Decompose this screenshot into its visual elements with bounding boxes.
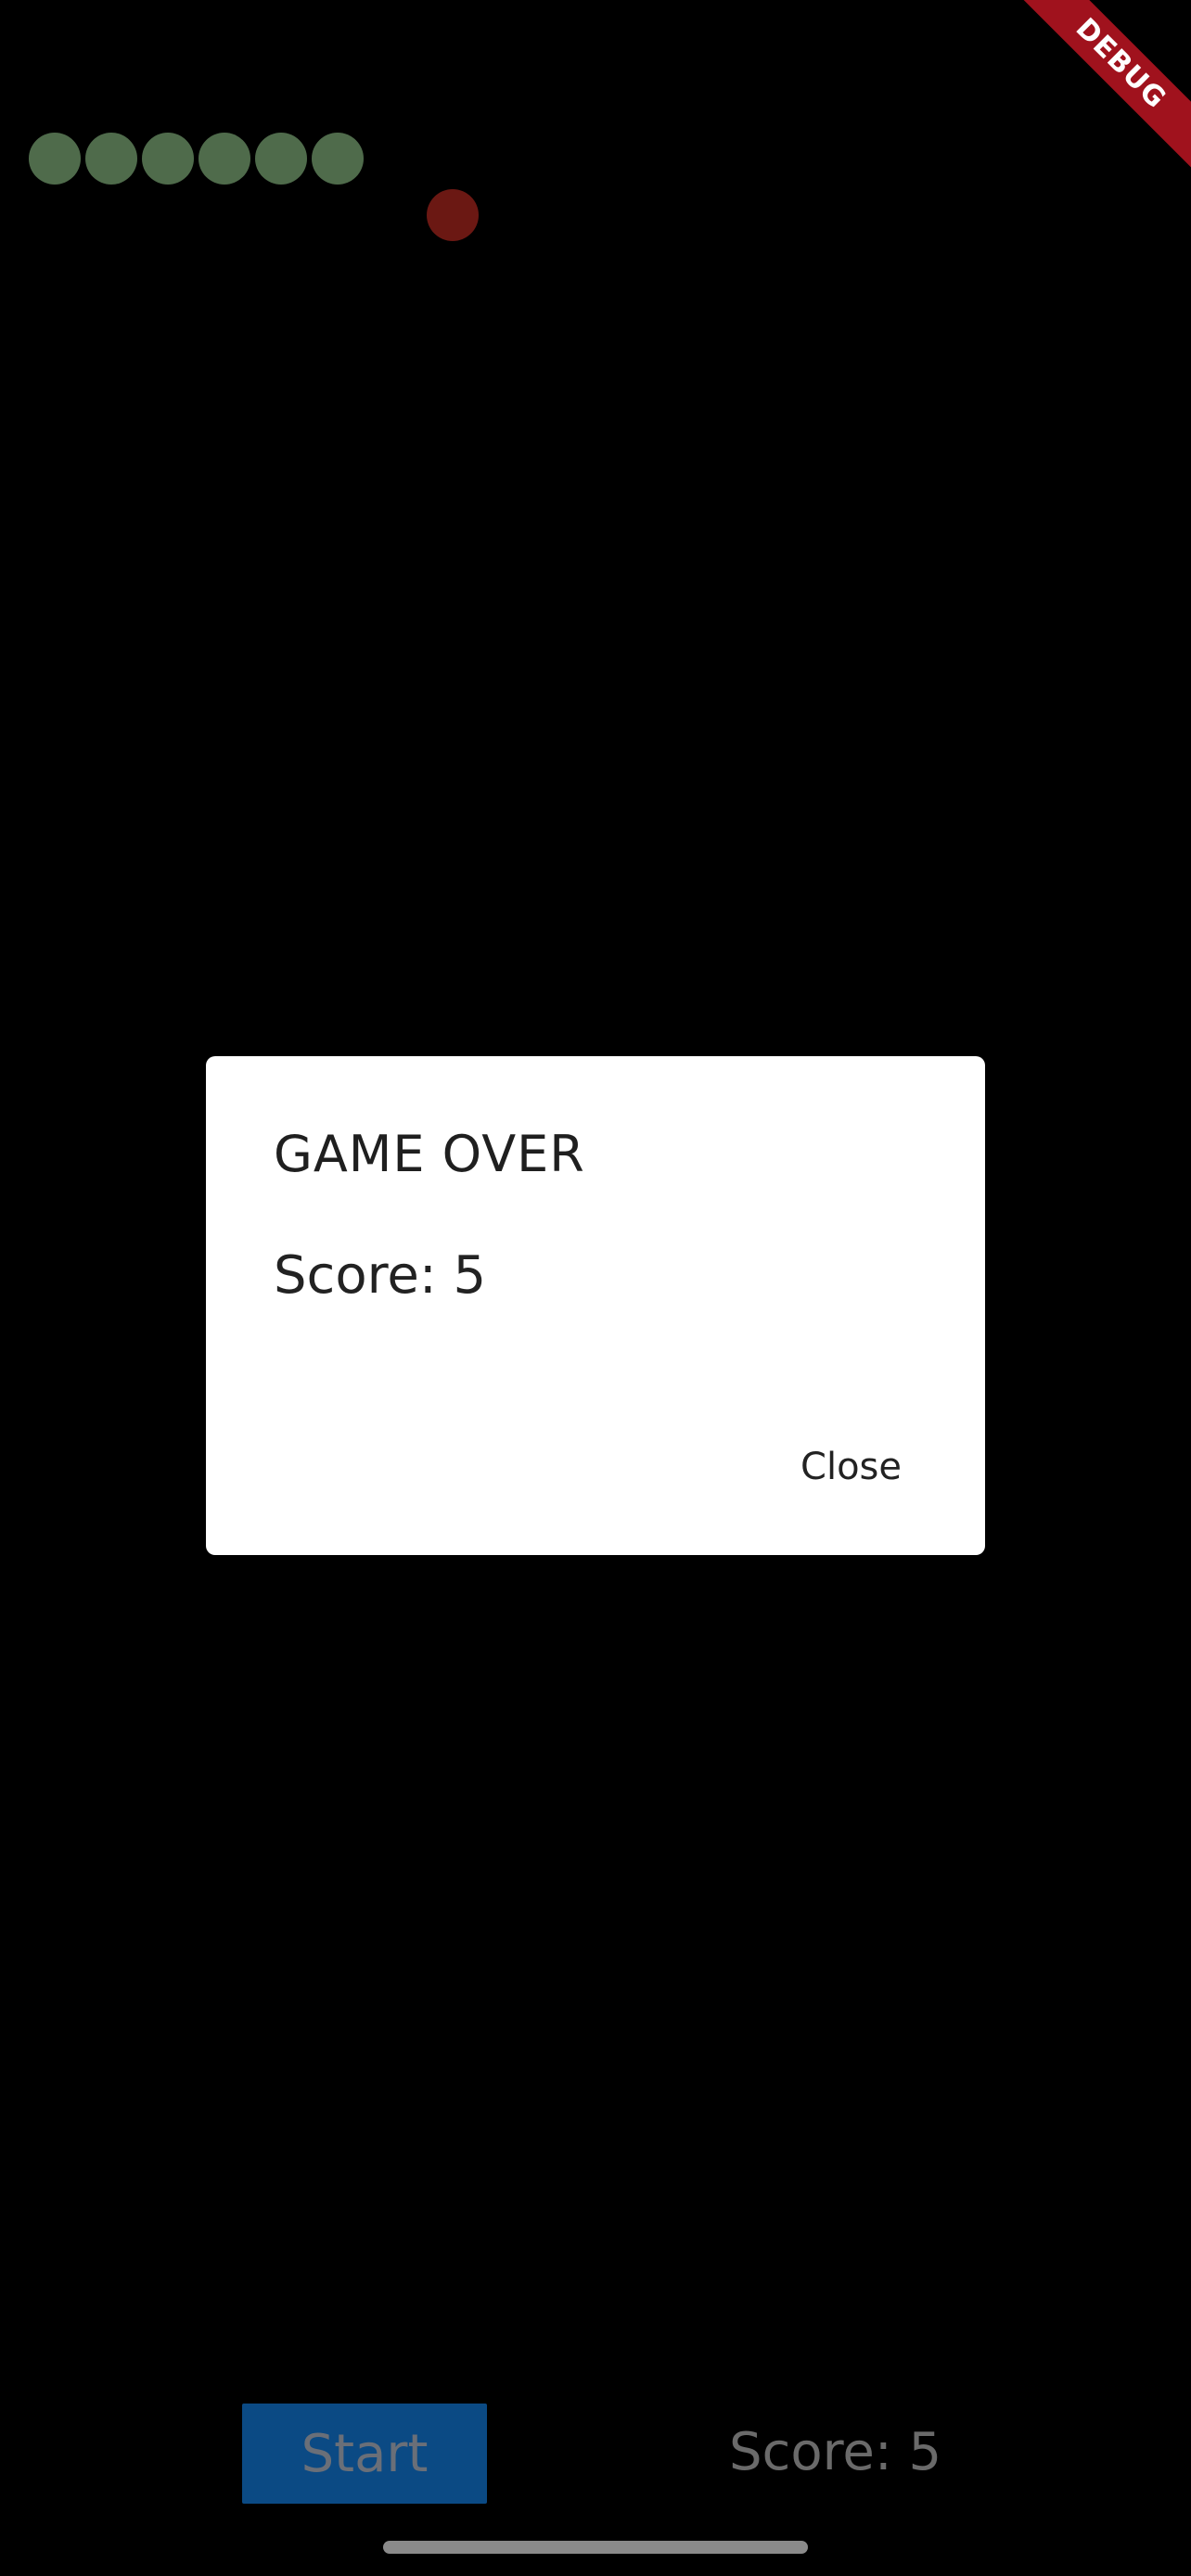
start-button[interactable]: Start — [242, 2404, 487, 2504]
dialog-title: GAME OVER — [274, 1125, 585, 1183]
dialog-score-text: Score: 5 — [274, 1245, 487, 1306]
home-indicator[interactable] — [383, 2541, 808, 2554]
score-label: Score: 5 — [729, 2422, 942, 2482]
close-button[interactable]: Close — [800, 1446, 902, 1488]
game-screen: GAME OVER Score: 5 Close Start Score: 5 … — [0, 0, 1191, 2576]
game-over-dialog: GAME OVER Score: 5 Close — [206, 1056, 985, 1555]
